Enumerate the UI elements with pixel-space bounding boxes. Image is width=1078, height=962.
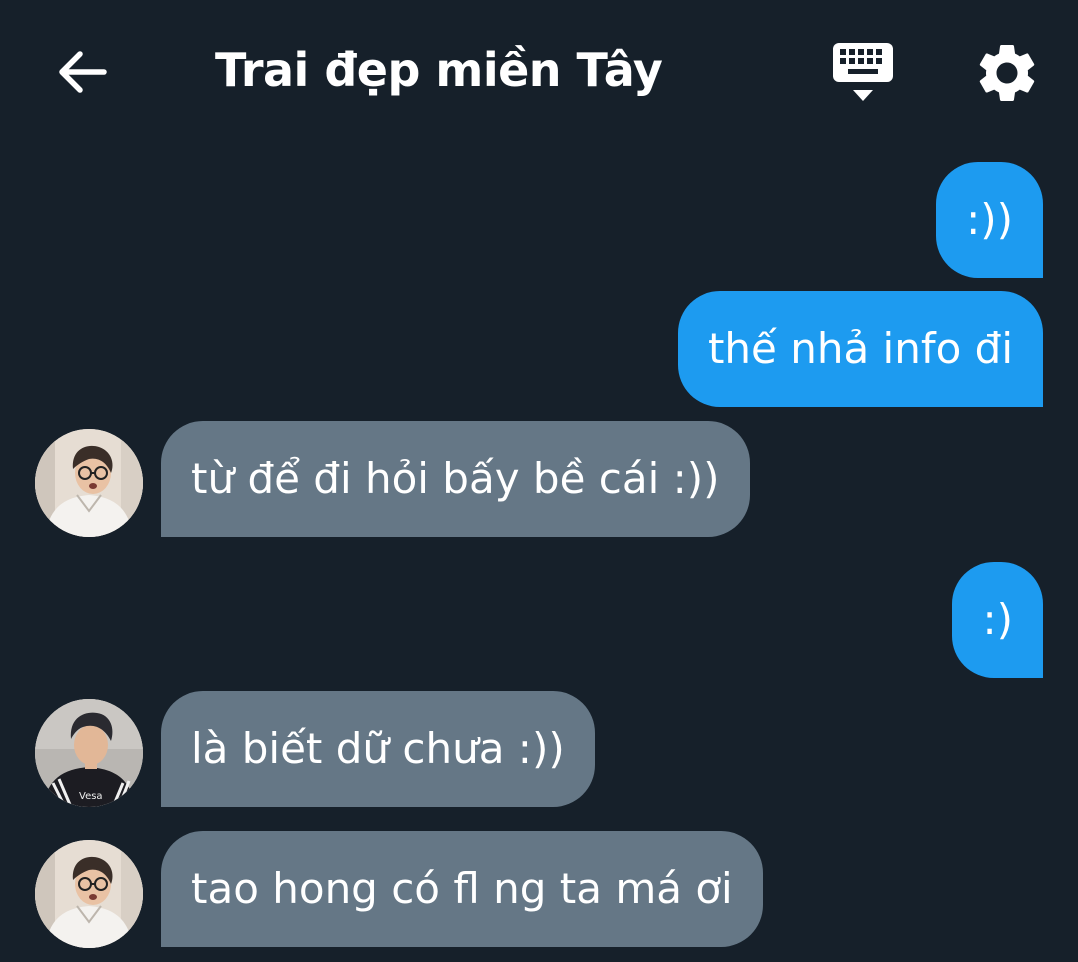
settings-button[interactable] — [972, 38, 1042, 108]
svg-text:Vesa: Vesa — [79, 791, 103, 802]
arrow-left-icon — [59, 51, 107, 93]
keyboard-toggle-button[interactable] — [826, 40, 900, 106]
chat-header: Trai đẹp miền Tây — [0, 0, 1078, 140]
keyboard-hide-icon — [833, 43, 893, 101]
message-bubble-incoming[interactable]: là biết dữ chưa :)) — [161, 691, 595, 807]
chat-screen: Trai đẹp miền Tây:)) thế nhả info đi từ… — [0, 0, 1078, 962]
avatar[interactable] — [35, 429, 143, 537]
avatar[interactable] — [35, 840, 143, 948]
message-bubble-outgoing[interactable]: :) — [952, 562, 1043, 678]
avatar-person-glasses-icon — [35, 429, 143, 537]
avatar-person-glasses-icon — [35, 840, 143, 948]
message-bubble-incoming[interactable]: từ để đi hỏi bấy bề cái :)) — [161, 421, 750, 537]
avatar[interactable]: Vesa — [35, 699, 143, 807]
message-bubble-outgoing[interactable]: :)) — [936, 162, 1043, 278]
back-button[interactable] — [52, 42, 112, 102]
message-bubble-outgoing[interactable]: thế nhả info đi — [677, 291, 1043, 407]
message-bubble-incoming[interactable]: tao hong có fl ng ta má ơi — [161, 831, 763, 947]
gear-icon — [979, 44, 1035, 101]
avatar-person-striped-shirt-icon: Vesa — [35, 699, 143, 807]
conversation-title: Trai đẹp miền Tây — [215, 43, 663, 97]
